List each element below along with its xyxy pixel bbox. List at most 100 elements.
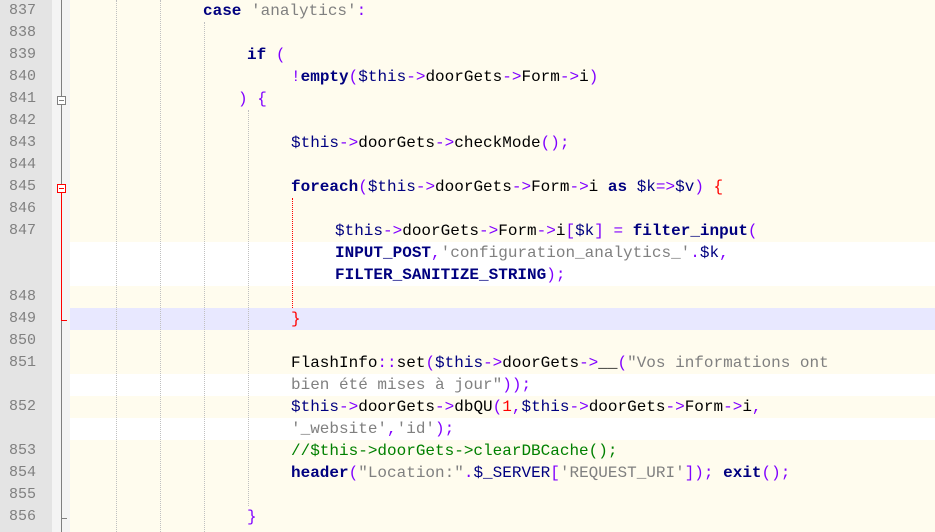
code-token: FILTER_SANITIZE_STRING [335,266,547,284]
code-token: ( [492,398,503,416]
indent-guide [116,0,117,532]
code-line[interactable]: 844 [0,154,935,176]
line-number: 852 [8,398,36,415]
code-line[interactable]: 840 !empty($this->doorGets->Form->i) [0,66,935,88]
line-background [70,198,935,220]
code-text: $this->doorGets->dbQU(1,$this->doorGets-… [291,398,762,416]
code-token: ( [358,178,368,196]
line-number: 843 [8,134,36,151]
indent-guide [204,22,205,532]
code-line[interactable]: 854 header("Location:".$_SERVER['REQUEST_… [0,462,935,484]
code-token: i [579,68,589,86]
code-line[interactable]: 856} [0,506,935,528]
code-line[interactable]: 838 [0,22,935,44]
code-token: $this [358,68,407,86]
fold-toggle[interactable] [57,184,66,193]
code-token: ( [348,464,359,482]
code-line[interactable]: 837 case 'analytics': [0,0,935,22]
code-line[interactable]: 853 //$this->doorGets->clearDBCache(); [0,440,935,462]
line-background [70,0,935,22]
code-token: doorGets [502,354,580,372]
code-line[interactable]: 852 $this->doorGets->dbQU(1,$this->doorGe… [0,396,935,418]
code-token: doorGets [588,398,666,416]
line-background [70,88,935,110]
code-text: bien été mises à jour")); [291,376,531,394]
code-token: { [257,90,267,108]
code-line[interactable]: 851 FlashInfo::set($this->doorGets->__("V… [0,352,935,374]
code-token: -> [502,68,522,86]
code-token: $v [675,178,695,196]
code-token: i [555,222,566,240]
code-token: [ [550,464,560,482]
code-token: -> [415,178,436,196]
code-token: { [713,178,724,196]
code-line[interactable]: 839 if ( [0,44,935,66]
code-token: -> [569,178,589,196]
code-token: as [607,178,628,196]
code-token: (); [540,134,570,152]
indent-guide [160,0,161,532]
code-token: (); [761,464,791,482]
line-background [70,22,935,44]
code-line[interactable]: bien été mises à jour")); [0,374,935,396]
code-line[interactable]: INPUT_POST,'configuration_analytics_'.$k… [0,242,935,264]
code-line[interactable]: 855 [0,484,935,506]
code-token: -> [569,398,589,416]
line-number: 845 [8,178,36,195]
code-token: doorGets [402,222,480,240]
code-token: -> [483,354,503,372]
code-token: ( [348,68,359,86]
fold-toggle[interactable] [57,96,66,105]
code-token: foreach [291,178,359,196]
line-number: 847 [8,222,36,239]
code-token: doorGets [425,68,503,86]
code-editor[interactable]: 837 case 'analytics': 838 839 if (840 !empty(… [0,0,935,532]
code-text: $this->doorGets->checkMode(); [291,134,569,152]
code-token: "Vos informations ont [627,354,829,372]
code-text: FlashInfo::set($this->doorGets->__("Vos … [291,354,829,372]
code-token: 'REQUEST_URI' [559,464,685,482]
code-token: //$this->doorGets->clearDBCache(); [291,442,618,460]
code-token: filter_input [632,222,748,240]
code-line[interactable]: '_website','id'); [0,418,935,440]
code-line[interactable]: 848 [0,286,935,308]
code-token: . [463,464,474,482]
code-text: ) { [238,90,267,108]
line-number: 855 [8,486,36,503]
code-line[interactable]: 850 [0,330,935,352]
code-token: header [291,464,349,482]
line-background [70,110,935,132]
line-background [70,506,935,528]
code-line[interactable]: 847 $this->doorGets->Form->i[$k] = filter… [0,220,935,242]
code-token: -> [665,398,685,416]
indent-guide [248,110,249,506]
code-token: INPUT_POST [335,244,432,262]
code-line[interactable]: 845 foreach($this->doorGets->Form->i as $… [0,176,935,198]
code-token: exit [723,464,762,482]
line-number: 853 [8,442,36,459]
code-token: ( [617,354,628,372]
line-background [70,154,935,176]
code-text: FILTER_SANITIZE_STRING); [335,266,565,284]
code-token: Form [521,68,560,86]
code-line[interactable]: 846 [0,198,935,220]
code-token: } [291,310,301,328]
code-token: -> [339,134,359,152]
code-token: Form [498,222,537,240]
fold-end-active [61,320,67,321]
code-token: case [203,2,242,20]
code-line[interactable]: 843 $this->doorGets->checkMode(); [0,132,935,154]
code-token: 'id' [396,420,436,438]
code-line[interactable]: 842 [0,110,935,132]
code-token: ( [425,354,436,372]
code-text: foreach($this->doorGets->Form->i as $k=>… [291,178,723,196]
code-token: ) [238,90,248,108]
code-line[interactable]: 841) { [0,88,935,110]
line-number: 841 [8,90,36,107]
code-line[interactable]: FILTER_SANITIZE_STRING); [0,264,935,286]
line-number: 848 [8,288,36,305]
line-background [70,418,935,440]
code-token: :: [377,354,397,372]
code-line[interactable]: 849} [0,308,935,330]
